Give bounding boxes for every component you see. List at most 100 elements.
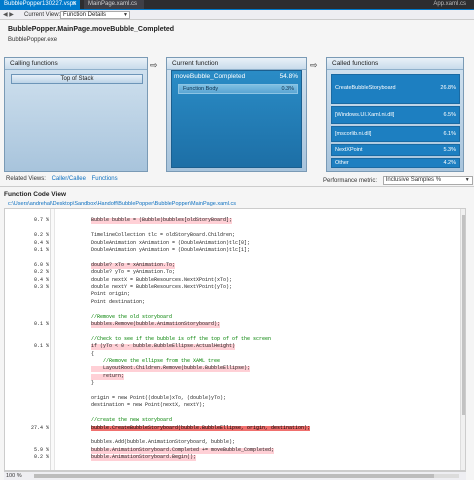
function-body-label: Function Body — [183, 86, 219, 92]
line-code: //Remove the ellipse from the XAML tree — [91, 358, 221, 364]
code-line[interactable]: LayoutRoot.Children.Remove(bubble.Bubble… — [5, 366, 465, 373]
horizontal-scroll-thumb[interactable] — [34, 474, 434, 478]
zoom-level[interactable]: 100 % — [6, 473, 22, 479]
tab-app-xaml-cs[interactable]: App.xaml.cs — [429, 0, 470, 9]
line-code: TimelineCollection tlc = oldStoryBoard.C… — [91, 232, 236, 239]
line-code: Point destination; — [91, 298, 146, 305]
called-function-pct: 26.8% — [440, 85, 456, 91]
called-function-pct: 4.2% — [443, 160, 456, 166]
code-line[interactable]: 0.1 % bubbles.Remove(bubble.AnimationStor… — [5, 321, 465, 328]
code-line[interactable]: 0.3 % double nextY = BubbleResources.Next… — [5, 284, 465, 291]
line-code: { — [91, 350, 95, 357]
code-line[interactable]: 0.2 % TimelineCollection tlc = oldStoryBo… — [5, 232, 465, 239]
code-line[interactable]: origin = new Point((double)xTo, (double)… — [5, 395, 465, 402]
code-line[interactable]: 0.7 % Bubble bubble = (Bubble)bubbles[old… — [5, 217, 465, 225]
called-function-item[interactable]: CreateBubbleStoryboard 26.8% — [331, 74, 460, 104]
code-line[interactable]: 6.0 % double? xTo = xAnimation.To; — [5, 261, 465, 269]
current-view-label: Current View: — [24, 12, 61, 18]
line-code: //Remove the old storyboard — [91, 313, 173, 320]
called-function-item[interactable]: NextXPoint 5.3% — [331, 144, 460, 156]
called-function-label: [Windows.UI.Xaml.ni.dll] — [335, 112, 395, 118]
function-body-item[interactable]: Function Body 0.3% — [178, 84, 298, 94]
line-code: //Check to see if the bubble is off the … — [91, 335, 272, 342]
current-view-value: Function Details — [63, 12, 107, 18]
code-line[interactable]: 0.1 % DoubleAnimation yAnimation = (Doubl… — [5, 247, 465, 254]
code-line[interactable]: //Check to see if the bubble is off the … — [5, 335, 465, 343]
code-line[interactable]: 5.9 % bubble.AnimationStoryboard.Complete… — [5, 447, 465, 454]
code-line[interactable]: 0.2 % bubble.AnimationStoryboard.Begin(); — [5, 454, 465, 461]
panel-title: Calling functions — [5, 58, 147, 70]
module-name: BubblePopper.exe — [8, 37, 58, 43]
performance-metric-label: Performance metric: — [323, 178, 378, 185]
code-line[interactable]: //create the new storyboard — [5, 417, 465, 424]
current-view-dropdown[interactable]: Function Details ▼ — [60, 11, 130, 19]
related-views-label: Related Views: — [6, 176, 46, 182]
back-forward-icon[interactable]: ◀ ▶ — [3, 11, 14, 18]
code-line[interactable] — [5, 411, 465, 417]
code-line[interactable]: destination = new Point(nextX, nextY); — [5, 403, 465, 409]
code-line[interactable]: bubbles.Add(bubble.AnimationStoryboard, … — [5, 439, 465, 446]
chevron-down-icon: ▼ — [123, 12, 128, 18]
code-line[interactable]: 27.4 % bubble.CreateBubbleStoryboard(bubb… — [5, 424, 465, 432]
called-function-label: [mscorlib.ni.dll] — [335, 131, 372, 137]
line-percent: 27.4 % — [30, 424, 49, 431]
tab-vsps-report[interactable]: BubblePopper130227.vsps ✕ — [0, 0, 80, 9]
called-function-item[interactable]: [mscorlib.ni.dll] 6.1% — [331, 126, 460, 142]
line-percent: 6.0 % — [33, 261, 49, 268]
code-line[interactable] — [5, 433, 465, 439]
splitter[interactable] — [0, 186, 474, 187]
code-line[interactable]: 0.2 % double? yTo = yAnimation.To; — [5, 269, 465, 276]
called-function-label: CreateBubbleStoryboard — [335, 85, 396, 91]
code-line[interactable] — [5, 389, 465, 395]
line-code: Point origin; — [91, 291, 131, 298]
code-line[interactable]: Point destination; — [5, 298, 465, 306]
code-line[interactable]: 0.1 % if (yTo < 0 - bubble.BubbleEllipse.… — [5, 343, 465, 350]
code-line[interactable] — [5, 329, 465, 335]
code-line[interactable] — [5, 307, 465, 313]
line-code: bubbles.Add(bubble.AnimationStoryboard, … — [91, 439, 236, 446]
line-code: bubble.CreateBubbleStoryboard(bubble.Bub… — [91, 424, 311, 432]
called-function-pct: 6.1% — [443, 131, 456, 137]
editor-status-bar: 100 % — [4, 471, 466, 480]
code-line[interactable]: Point origin; — [5, 291, 465, 298]
panel-title: Called functions — [327, 58, 463, 70]
called-function-item[interactable]: Other 4.2% — [331, 158, 460, 168]
top-of-stack-item[interactable]: Top of Stack — [11, 74, 143, 84]
page-title: BubblePopper.MainPage.moveBubble_Complet… — [8, 26, 175, 33]
line-percent: 0.4 % — [33, 276, 49, 283]
code-line[interactable]: { — [5, 350, 465, 358]
code-line[interactable]: 0.4 % double nextX = BubbleResources.Next… — [5, 276, 465, 284]
code-line[interactable]: } — [5, 380, 465, 387]
line-code: origin = new Point((double)xTo, (double)… — [91, 395, 227, 401]
code-line[interactable]: //Remove the old storyboard — [5, 313, 465, 321]
line-code: DoubleAnimation xAnimation = (DoubleAnim… — [91, 239, 251, 246]
current-function-box[interactable]: moveBubble_Completed 54.8% Function Body… — [171, 70, 302, 168]
document-tab-bar: BubblePopper130227.vsps ✕ MainPage.xaml.… — [0, 0, 474, 10]
performance-metric-dropdown[interactable]: Inclusive Samples % ▼ — [382, 176, 473, 185]
caller-callee-link[interactable]: Caller/Callee — [52, 176, 86, 182]
line-code: double nextY = BubbleResources.NextYPoin… — [91, 284, 233, 290]
code-line[interactable] — [5, 255, 465, 261]
code-line[interactable] — [5, 211, 465, 217]
code-view-title: Function Code View — [4, 191, 66, 198]
functions-link[interactable]: Functions — [92, 176, 118, 182]
code-line[interactable] — [5, 463, 465, 469]
code-line[interactable] — [5, 226, 465, 232]
code-line[interactable]: return; — [5, 373, 465, 380]
code-editor[interactable]: 0.7 % Bubble bubble = (Bubble)bubbles[old… — [4, 208, 466, 471]
source-file-link[interactable]: c:\Users\andrehal\Desktop\Sandbox\Handof… — [8, 201, 236, 207]
tab-mainpage-xaml-cs[interactable]: MainPage.xaml.cs — [84, 0, 144, 9]
performance-metric-value: Inclusive Samples % — [385, 177, 442, 183]
arrow-right-icon: ⇨ — [150, 60, 158, 70]
close-icon[interactable]: ✕ — [72, 0, 77, 9]
called-function-item[interactable]: [Windows.UI.Xaml.ni.dll] 6.5% — [331, 106, 460, 124]
line-code: //create the new storyboard — [91, 417, 173, 424]
tab-label: MainPage.xaml.cs — [88, 1, 138, 7]
line-percent: 0.7 % — [33, 217, 49, 224]
tab-label: App.xaml.cs — [433, 1, 466, 7]
line-code: } — [91, 380, 95, 387]
code-line[interactable]: 0.4 % DoubleAnimation xAnimation = (Doubl… — [5, 239, 465, 247]
called-function-label: Other — [335, 160, 349, 166]
arrow-right-icon: ⇨ — [310, 60, 318, 70]
code-line[interactable]: //Remove the ellipse from the XAML tree — [5, 358, 465, 365]
